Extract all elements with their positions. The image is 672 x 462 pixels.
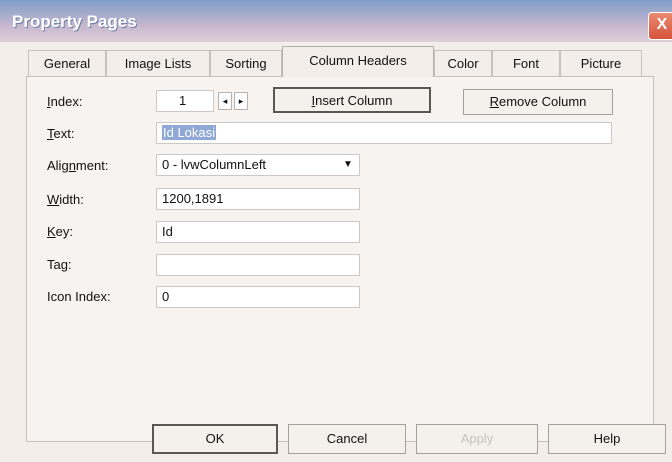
tab-picture[interactable]: Picture: [560, 50, 642, 77]
tab-sorting[interactable]: Sorting: [210, 50, 282, 77]
cancel-label: Cancel: [326, 431, 368, 446]
tab-sorting-label: Sorting: [225, 56, 267, 71]
title-bar: Property Pages X: [0, 0, 672, 43]
tab-general-label: General: [43, 56, 91, 71]
width-value: 1200,1891: [162, 191, 224, 206]
tab-column-headers-label: Column Headers: [309, 53, 407, 68]
dropdown-arrow-icon[interactable]: ▼: [341, 158, 355, 172]
alignment-label: Alignment:: [47, 158, 109, 173]
property-pages-dialog: General Image Lists Sorting Column Heade…: [0, 42, 672, 462]
index-label: Index:: [47, 94, 83, 109]
apply-button[interactable]: Apply: [416, 424, 538, 454]
index-decrement-button[interactable]: ◂: [218, 92, 232, 110]
tab-picture-label: Picture: [580, 56, 622, 71]
apply-label: Apply: [460, 431, 494, 446]
icon-index-label: Icon Index:: [47, 289, 111, 304]
text-field[interactable]: Id Lokasi: [156, 122, 612, 144]
text-label: Text:: [47, 126, 75, 141]
remove-column-button[interactable]: Remove Column: [463, 89, 613, 115]
index-increment-button[interactable]: ▸: [234, 92, 248, 110]
close-button[interactable]: X: [648, 12, 672, 40]
key-value: Id: [162, 224, 173, 239]
tag-label: Tag:: [47, 257, 72, 272]
tab-font-label: Font: [512, 56, 539, 71]
tab-font[interactable]: Font: [492, 50, 560, 77]
tab-color-label: Color: [447, 56, 479, 71]
tab-image-lists-label: Image Lists: [124, 56, 192, 71]
column-headers-panel: Index: 1 ◂ ▸ Insert Column Remove Column…: [26, 76, 654, 442]
key-field[interactable]: Id: [156, 221, 360, 243]
alignment-dropdown[interactable]: 0 - lvwColumnLeft ▼: [156, 154, 360, 176]
alignment-value: 0 - lvwColumnLeft: [162, 157, 267, 172]
key-label: Key:: [47, 224, 74, 239]
help-label: Help: [593, 431, 621, 446]
close-icon: X: [656, 16, 668, 33]
tab-column-headers[interactable]: Column Headers: [282, 46, 434, 77]
index-value: 1: [179, 93, 187, 108]
index-field[interactable]: 1: [156, 90, 214, 112]
text-field-value: Id Lokasi: [162, 125, 217, 140]
right-arrow-icon: ▸: [238, 96, 244, 106]
insert-column-button[interactable]: Insert Column: [273, 87, 431, 113]
cancel-button[interactable]: Cancel: [288, 424, 406, 454]
icon-index-field[interactable]: 0: [156, 286, 360, 308]
ok-label: OK: [205, 431, 225, 446]
tab-image-lists[interactable]: Image Lists: [106, 50, 210, 77]
tab-color[interactable]: Color: [434, 50, 492, 77]
width-field[interactable]: 1200,1891: [156, 188, 360, 210]
icon-index-value: 0: [162, 289, 170, 304]
tab-general[interactable]: General: [28, 50, 106, 77]
left-arrow-icon: ◂: [222, 96, 228, 106]
window-title: Property Pages: [12, 12, 137, 31]
tag-field[interactable]: [156, 254, 360, 276]
help-button[interactable]: Help: [548, 424, 666, 454]
width-label: Width:: [47, 192, 84, 207]
ok-button[interactable]: OK: [152, 424, 278, 454]
